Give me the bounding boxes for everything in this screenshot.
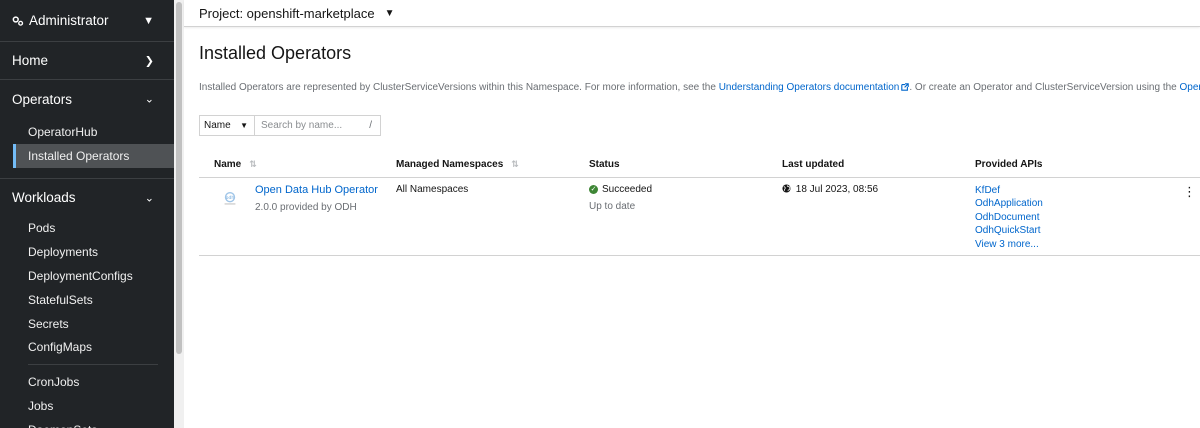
filter-toolbar: Name ▼ Search by name... / <box>199 115 381 136</box>
nav-item-pods[interactable]: Pods <box>0 217 174 241</box>
installed-operators-table: Name ⇅ Managed Namespaces ⇅ Status Last up… <box>199 153 1200 256</box>
nav-operators[interactable]: Operators ⌄ <box>0 80 174 118</box>
globe-icon <box>782 183 791 193</box>
sort-icon[interactable]: ⇅ <box>249 159 257 170</box>
api-link[interactable]: OdhQuickStart <box>975 224 1165 238</box>
search-shortcut-hint: / <box>369 120 372 131</box>
operator-name-link[interactable]: Open Data Hub Operator <box>255 184 378 196</box>
column-header-status: Status <box>589 153 782 178</box>
column-header-name-label: Name <box>214 159 242 171</box>
operator-sdk-link-text: Operator SDK <box>1179 82 1200 93</box>
operator-logo-icon: odh <box>224 191 236 204</box>
sort-icon[interactable]: ⇅ <box>511 159 519 170</box>
nav-item-deploymentconfigs[interactable]: DeploymentConfigs <box>0 264 174 288</box>
filter-type-dropdown[interactable]: Name ▼ <box>200 116 255 135</box>
filter-type-label: Name <box>204 120 231 131</box>
nav-item-statefulsets[interactable]: StatefulSets <box>0 288 174 312</box>
nav-home[interactable]: Home ❯ <box>0 42 174 80</box>
search-input[interactable]: Search by name... / <box>255 116 380 135</box>
chevron-right-icon: ❯ <box>144 55 154 67</box>
nav-item-daemonsets[interactable]: DaemonSets <box>0 418 174 428</box>
cell-namespaces: All Namespaces <box>396 177 589 256</box>
search-placeholder: Search by name... <box>261 120 343 131</box>
status-text: Succeeded <box>602 183 653 195</box>
nav-item-installed-operators[interactable]: Installed Operators <box>13 143 174 168</box>
operator-sdk-link[interactable]: Operator SDK <box>1180 82 1200 93</box>
check-circle-icon: ✓ <box>589 184 598 194</box>
operator-version: 2.0.0 provided by ODH <box>255 201 357 213</box>
nav-workloads-label: Workloads <box>12 190 76 206</box>
nav-item-configmaps[interactable]: ConfigMaps <box>0 336 174 360</box>
column-header-namespaces[interactable]: Managed Namespaces ⇅ <box>396 153 589 178</box>
last-updated-text: 18 Jul 2023, 08:56 <box>795 183 879 195</box>
understanding-operators-link[interactable]: Understanding Operators documentation <box>719 82 910 93</box>
chevron-down-icon: ⌄ <box>144 93 154 106</box>
sidebar-scrollbar-thumb[interactable] <box>176 2 182 354</box>
nav-workloads[interactable]: Workloads ⌄ <box>0 179 174 217</box>
cell-status: ✓ Succeeded Up to date <box>589 177 782 256</box>
project-bar: Project: openshift-marketplace ▼ <box>184 0 1200 27</box>
page-description: Installed Operators are represented by C… <box>199 82 1200 93</box>
cogs-icon <box>12 15 24 26</box>
nav-item-jobs[interactable]: Jobs <box>0 394 174 418</box>
chevron-down-icon: ⌄ <box>144 192 154 205</box>
sidebar: Administrator ▼ Home ❯ Operators ⌄ Opera… <box>0 0 174 428</box>
nav-item-secrets[interactable]: Secrets <box>0 312 174 336</box>
column-header-actions <box>1165 153 1200 178</box>
cell-actions: ⋮ <box>1165 177 1200 256</box>
nav-divider <box>28 364 158 366</box>
desc-text-2: . Or create an Operator and ClusterServi… <box>909 82 1180 93</box>
api-link[interactable]: OdhDocument <box>975 211 1165 225</box>
nav-item-deployments[interactable]: Deployments <box>0 240 174 264</box>
desc-text-1: Installed Operators are represented by C… <box>199 82 719 93</box>
column-header-last-updated: Last updated <box>782 153 975 178</box>
page-title: Installed Operators <box>199 43 352 63</box>
caret-down-icon: ▼ <box>240 121 248 130</box>
table-row: odh Open Data Hub Operator 2.0.0 provide… <box>199 177 1200 256</box>
nav-item-operatorhub[interactable]: OperatorHub <box>0 120 174 144</box>
nav-item-cronjobs[interactable]: CronJobs <box>0 370 174 394</box>
svg-text:odh: odh <box>226 195 235 201</box>
nav-home-label: Home <box>12 53 49 68</box>
project-selector[interactable]: Project: openshift-marketplace <box>199 6 375 21</box>
understanding-operators-link-text: Understanding Operators documentation <box>718 82 900 93</box>
table-header-row: Name ⇅ Managed Namespaces ⇅ Status Last up… <box>199 153 1200 178</box>
kebab-menu-icon[interactable]: ⋮ <box>1183 184 1196 199</box>
cell-provided-apis: KfDef OdhApplication OdhDocument OdhQuic… <box>975 177 1165 256</box>
main-content: Installed Operators Installed Operators … <box>184 28 1200 428</box>
api-link[interactable]: OdhApplication <box>975 197 1165 211</box>
column-header-name[interactable]: Name ⇅ <box>199 153 396 178</box>
caret-down-icon[interactable]: ▼ <box>385 8 395 19</box>
column-header-provided-apis: Provided APIs <box>975 153 1165 178</box>
perspective-label: Administrator <box>29 13 109 28</box>
column-header-namespaces-label: Managed Namespaces <box>396 159 504 171</box>
status-subtext: Up to date <box>589 200 636 212</box>
view-more-apis-link[interactable]: View 3 more... <box>975 238 1165 252</box>
perspective-switcher[interactable]: Administrator ▼ <box>0 0 174 42</box>
cell-last-updated: 18 Jul 2023, 08:56 <box>782 177 975 256</box>
cell-name: odh Open Data Hub Operator 2.0.0 provide… <box>199 177 396 256</box>
chevron-down-icon: ▼ <box>143 14 154 27</box>
api-link[interactable]: KfDef <box>975 184 1165 198</box>
nav-operators-label: Operators <box>12 91 73 107</box>
